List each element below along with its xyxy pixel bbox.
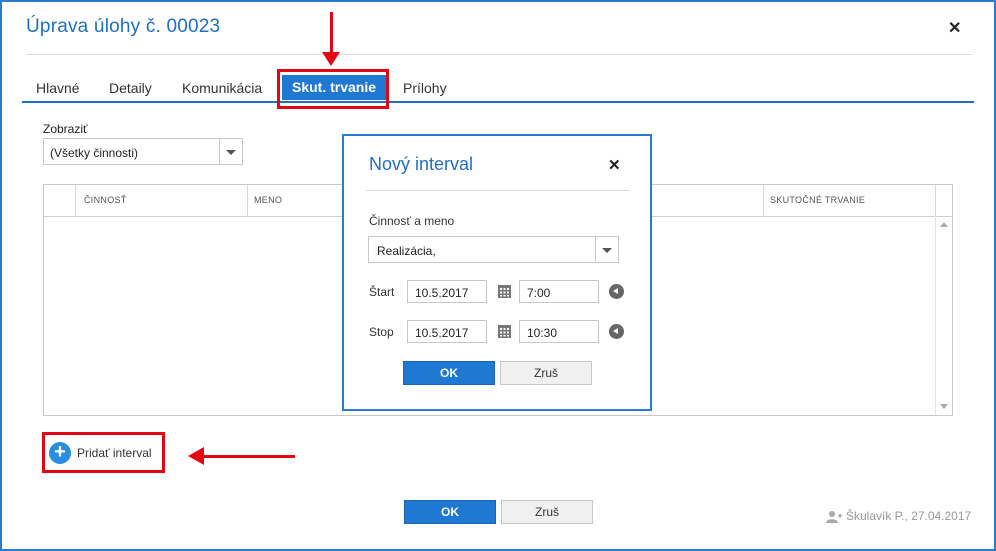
column-header-skutocne-trvanie[interactable]: SKUTOČNÉ TRVANIE xyxy=(770,195,865,205)
modal-divider xyxy=(366,190,630,191)
calendar-icon[interactable] xyxy=(498,285,511,298)
dialog-title: Úprava úlohy č. 00023 xyxy=(26,16,221,37)
arrow-left-annotation xyxy=(204,455,295,458)
stop-date-input[interactable]: 10.5.2017 xyxy=(407,320,487,343)
filter-select[interactable]: (Všetky činnosti) xyxy=(43,138,243,165)
tab-komunikacia[interactable]: Komunikácia xyxy=(182,80,262,96)
tab-detaily[interactable]: Detaily xyxy=(109,80,152,96)
filter-label: Zobraziť xyxy=(43,122,88,136)
modal-ok-button[interactable]: OK xyxy=(403,361,495,385)
activity-select-value: Realizácia, xyxy=(377,244,436,258)
activity-select[interactable]: Realizácia, xyxy=(368,236,619,263)
tab-highlight-frame xyxy=(277,69,389,109)
scroll-up-icon[interactable] xyxy=(940,222,948,227)
ok-button[interactable]: OK xyxy=(404,500,496,524)
chevron-down-icon[interactable] xyxy=(595,237,618,262)
column-header-meno[interactable]: MENO xyxy=(254,195,282,205)
scroll-down-icon[interactable] xyxy=(940,404,948,409)
add-interval-button[interactable]: Pridať interval xyxy=(77,446,152,460)
column-divider xyxy=(935,185,936,216)
start-time-input[interactable]: 7:00 xyxy=(519,280,599,303)
clock-icon[interactable] xyxy=(609,324,624,339)
tab-prilohy[interactable]: Prílohy xyxy=(403,80,447,96)
created-by-info: Škulavík P., 27.04.2017 xyxy=(846,509,972,523)
tab-underline xyxy=(22,101,974,103)
clock-icon[interactable] xyxy=(609,284,624,299)
close-icon[interactable]: ✕ xyxy=(608,156,621,174)
column-divider xyxy=(247,185,248,216)
modal-title: Nový interval xyxy=(369,154,474,174)
arrow-down-annotation xyxy=(330,12,333,56)
plus-circle-icon[interactable]: + xyxy=(49,442,71,464)
activity-label: Činnosť a meno xyxy=(369,214,455,228)
start-label: Štart xyxy=(369,285,395,299)
table-scrollbar[interactable] xyxy=(935,216,952,415)
filter-select-value: (Všetky činnosti) xyxy=(50,146,139,160)
close-icon[interactable]: ✕ xyxy=(948,18,961,38)
title-divider xyxy=(26,54,972,55)
new-interval-modal: Nový interval ✕ Činnosť a meno Realizáci… xyxy=(342,134,652,411)
user-add-icon xyxy=(826,511,842,523)
stop-time-input[interactable]: 10:30 xyxy=(519,320,599,343)
chevron-down-icon[interactable] xyxy=(219,139,242,164)
column-divider xyxy=(763,185,764,216)
column-header-cinnost[interactable]: ČINNOSŤ xyxy=(84,195,127,205)
start-date-input[interactable]: 10.5.2017 xyxy=(407,280,487,303)
arrow-left-head xyxy=(188,447,204,465)
cancel-button[interactable]: Zruš xyxy=(501,500,593,524)
tab-hlavne[interactable]: Hlavné xyxy=(36,80,80,96)
arrow-down-head xyxy=(322,52,340,66)
modal-cancel-button[interactable]: Zruš xyxy=(500,361,592,385)
calendar-icon[interactable] xyxy=(498,325,511,338)
stop-label: Stop xyxy=(369,325,394,339)
column-divider xyxy=(75,185,76,216)
